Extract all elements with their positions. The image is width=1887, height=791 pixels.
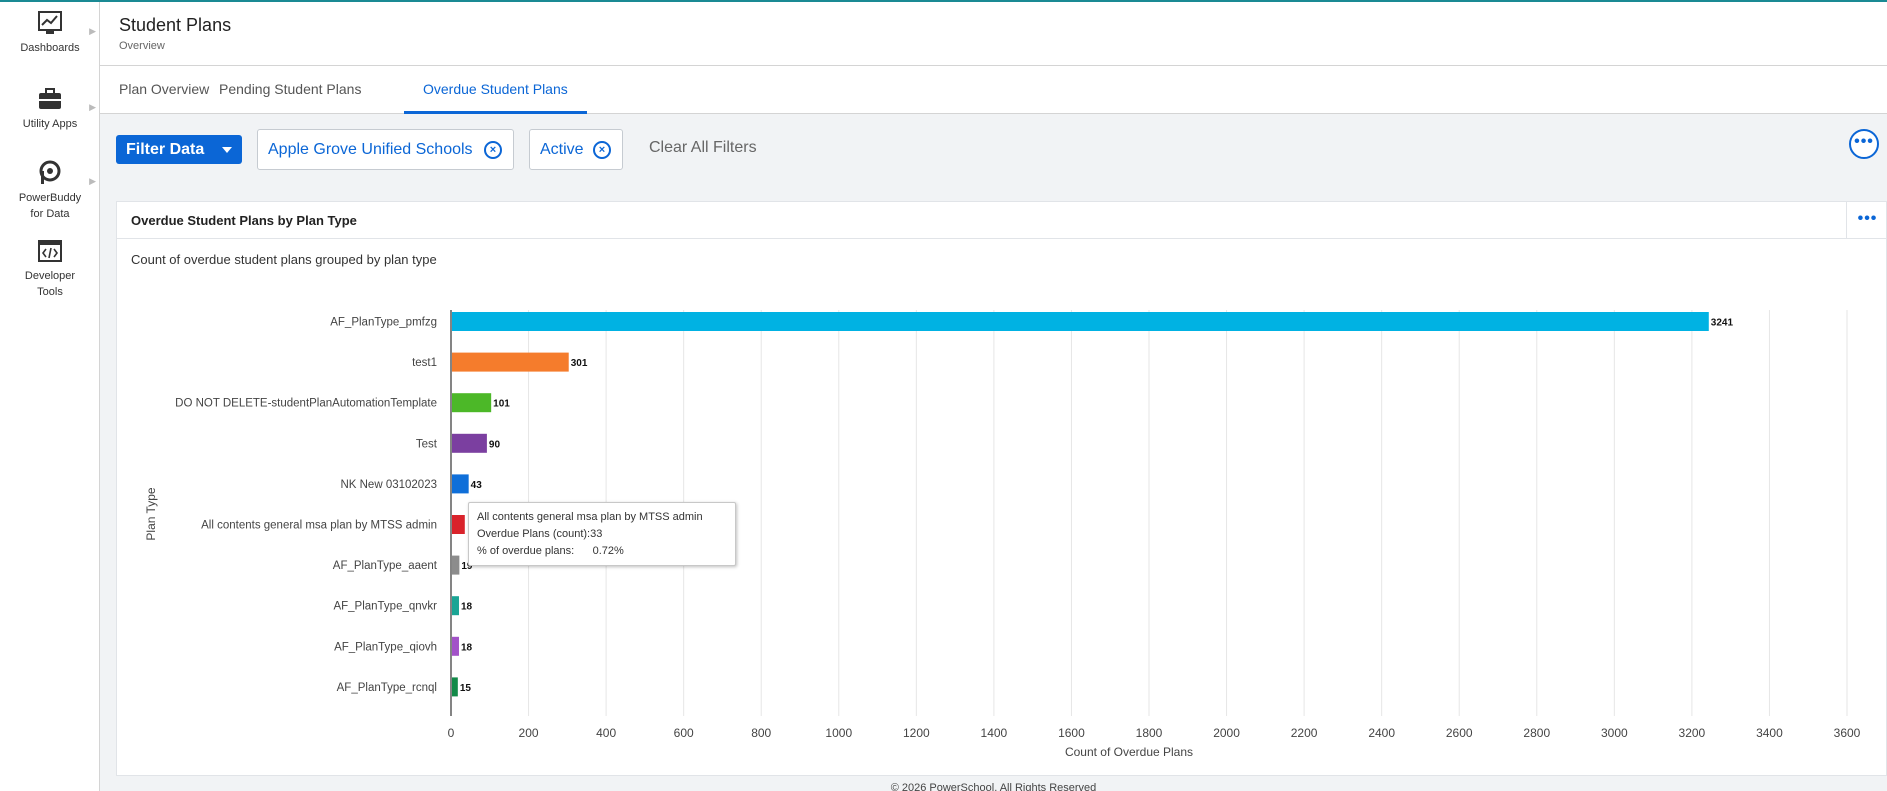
y-tick-label: DO NOT DELETE-studentPlanAutomationTempl…	[175, 398, 437, 410]
main-content: Filter Data Apple Grove Unified Schools …	[100, 114, 1887, 791]
left-navigation: Dashboards ▶ Utility Apps ▶ PowerBuddy f…	[0, 2, 100, 791]
x-axis-title: Count of Overdue Plans	[1065, 745, 1193, 759]
x-tick-label: 1200	[903, 726, 930, 740]
nav-dashboards-label: Dashboards	[20, 42, 80, 54]
x-tick-label: 1400	[981, 726, 1008, 740]
bar	[452, 596, 459, 616]
x-tick-label: 3000	[1601, 726, 1628, 740]
y-tick-label: AF_PlanType_rcnql	[337, 682, 437, 694]
data-label: 43	[471, 480, 483, 491]
code-icon	[38, 240, 62, 262]
x-tick-label: 3400	[1756, 726, 1783, 740]
x-tick-label: 3600	[1834, 726, 1861, 740]
bar	[452, 677, 458, 697]
tab-bar: Plan Overview Pending Student Plans Over…	[100, 66, 1887, 114]
nav-developer-tools-label-line2: Tools	[37, 286, 63, 298]
briefcase-icon	[39, 88, 61, 109]
nav-developer-tools-label-line1: Developer	[24, 270, 76, 282]
y-tick-label: AF_PlanType_qnvkr	[333, 601, 437, 613]
bar	[452, 433, 487, 453]
nav-developer-tools[interactable]: Developer Tools	[0, 238, 100, 300]
y-tick-label: Test	[416, 438, 438, 450]
data-label: 18	[461, 602, 473, 613]
remove-filter-icon[interactable]: ×	[484, 141, 502, 159]
caret-down-icon	[222, 147, 232, 153]
nav-dashboards[interactable]: Dashboards ▶	[0, 10, 100, 56]
page-title: Student Plans	[119, 15, 232, 35]
y-tick-label: AF_PlanType_pmfzg	[330, 317, 437, 329]
page-subtitle: Overview	[119, 40, 165, 52]
data-label: 18	[461, 642, 473, 653]
x-tick-label: 2000	[1213, 726, 1240, 740]
chevron-right-icon: ▶	[89, 102, 96, 112]
bar	[452, 636, 459, 656]
x-tick-label: 3200	[1679, 726, 1706, 740]
powerbuddy-icon	[39, 160, 61, 184]
tooltip-pct-row: % of overdue plans: 0.72%	[477, 543, 727, 560]
filter-chip-district[interactable]: Apple Grove Unified Schools ×	[257, 129, 514, 170]
y-tick-label: AF_PlanType_aaent	[333, 560, 438, 572]
bar	[452, 555, 460, 575]
data-label: 301	[571, 358, 588, 369]
chevron-right-icon: ▶	[89, 176, 96, 186]
nav-powerbuddy[interactable]: PowerBuddy for Data ▶	[0, 160, 100, 222]
bar	[452, 515, 465, 534]
x-tick-label: 1000	[825, 726, 852, 740]
tooltip-title: All contents general msa plan by MTSS ad…	[477, 511, 703, 523]
clear-all-filters-link[interactable]: Clear All Filters	[649, 139, 757, 157]
x-tick-label: 2800	[1523, 726, 1550, 740]
y-tick-label: AF_PlanType_qiovh	[334, 641, 437, 653]
tooltip-pct-value: 0.72%	[592, 545, 624, 557]
overdue-plans-bar-chart: 0 200 400 600 800 1000 1200 1400 1600 1800 2000 220…	[144, 310, 1861, 759]
x-tick-label: 0	[448, 726, 455, 740]
x-tick-label: 2400	[1368, 726, 1395, 740]
bar	[452, 474, 469, 494]
data-label: 3241	[1711, 318, 1734, 329]
tooltip-count-value: 33	[590, 528, 603, 540]
page-header: Student Plans Overview	[100, 2, 1887, 66]
nav-powerbuddy-label-line2: for Data	[30, 208, 70, 220]
chevron-right-icon: ▶	[89, 26, 96, 36]
x-tick-label: 400	[596, 726, 616, 740]
footer-copyright: © 2026 PowerSchool. All Rights Reserved	[890, 782, 1097, 791]
x-tick-label: 1800	[1136, 726, 1163, 740]
chart-tooltip: All contents general msa plan by MTSS ad…	[468, 502, 736, 566]
filter-chip-status-label: Active	[540, 141, 584, 158]
chart-card: Overdue Student Plans by Plan Type ••• C…	[116, 201, 1887, 776]
x-tick-label: 2600	[1446, 726, 1473, 740]
filter-data-label: Filter Data	[126, 141, 205, 158]
tab-pending-student-plans[interactable]: Pending Student Plans	[200, 66, 380, 113]
filter-chip-district-label: Apple Grove Unified Schools	[268, 141, 473, 158]
filter-chip-status[interactable]: Active ×	[529, 129, 623, 170]
y-tick-label: All contents general msa plan by MTSS ad…	[201, 520, 437, 532]
nav-powerbuddy-label-line1: PowerBuddy	[18, 192, 82, 204]
x-tick-label: 2200	[1291, 726, 1318, 740]
remove-filter-icon[interactable]: ×	[593, 141, 611, 159]
data-label: 15	[460, 683, 472, 694]
tooltip-count-row: Overdue Plans (count):33	[477, 526, 727, 543]
x-tick-label: 600	[674, 726, 694, 740]
nav-utility-apps-label: Utility Apps	[22, 118, 78, 130]
x-tick-label: 1600	[1058, 726, 1085, 740]
tooltip-count-label: Overdue Plans (count):	[477, 528, 591, 540]
tooltip-pct-label: % of overdue plans:	[477, 545, 575, 557]
x-tick-label: 200	[519, 726, 539, 740]
tab-overdue-student-plans[interactable]: Overdue Student Plans	[404, 66, 587, 114]
data-label: 90	[489, 439, 501, 450]
more-options-button[interactable]: •••	[1849, 129, 1879, 159]
x-tick-label: 800	[751, 726, 771, 740]
data-label: 101	[493, 399, 510, 410]
nav-utility-apps[interactable]: Utility Apps ▶	[0, 86, 100, 132]
bar	[452, 312, 1709, 331]
y-tick-label: test1	[412, 357, 437, 369]
filter-data-button[interactable]: Filter Data	[116, 135, 242, 164]
dashboards-icon	[38, 11, 62, 34]
y-tick-label: NK New 03102023	[340, 479, 437, 491]
bar	[452, 393, 492, 413]
bar	[452, 352, 569, 372]
y-axis-title: Plan Type	[144, 487, 158, 540]
